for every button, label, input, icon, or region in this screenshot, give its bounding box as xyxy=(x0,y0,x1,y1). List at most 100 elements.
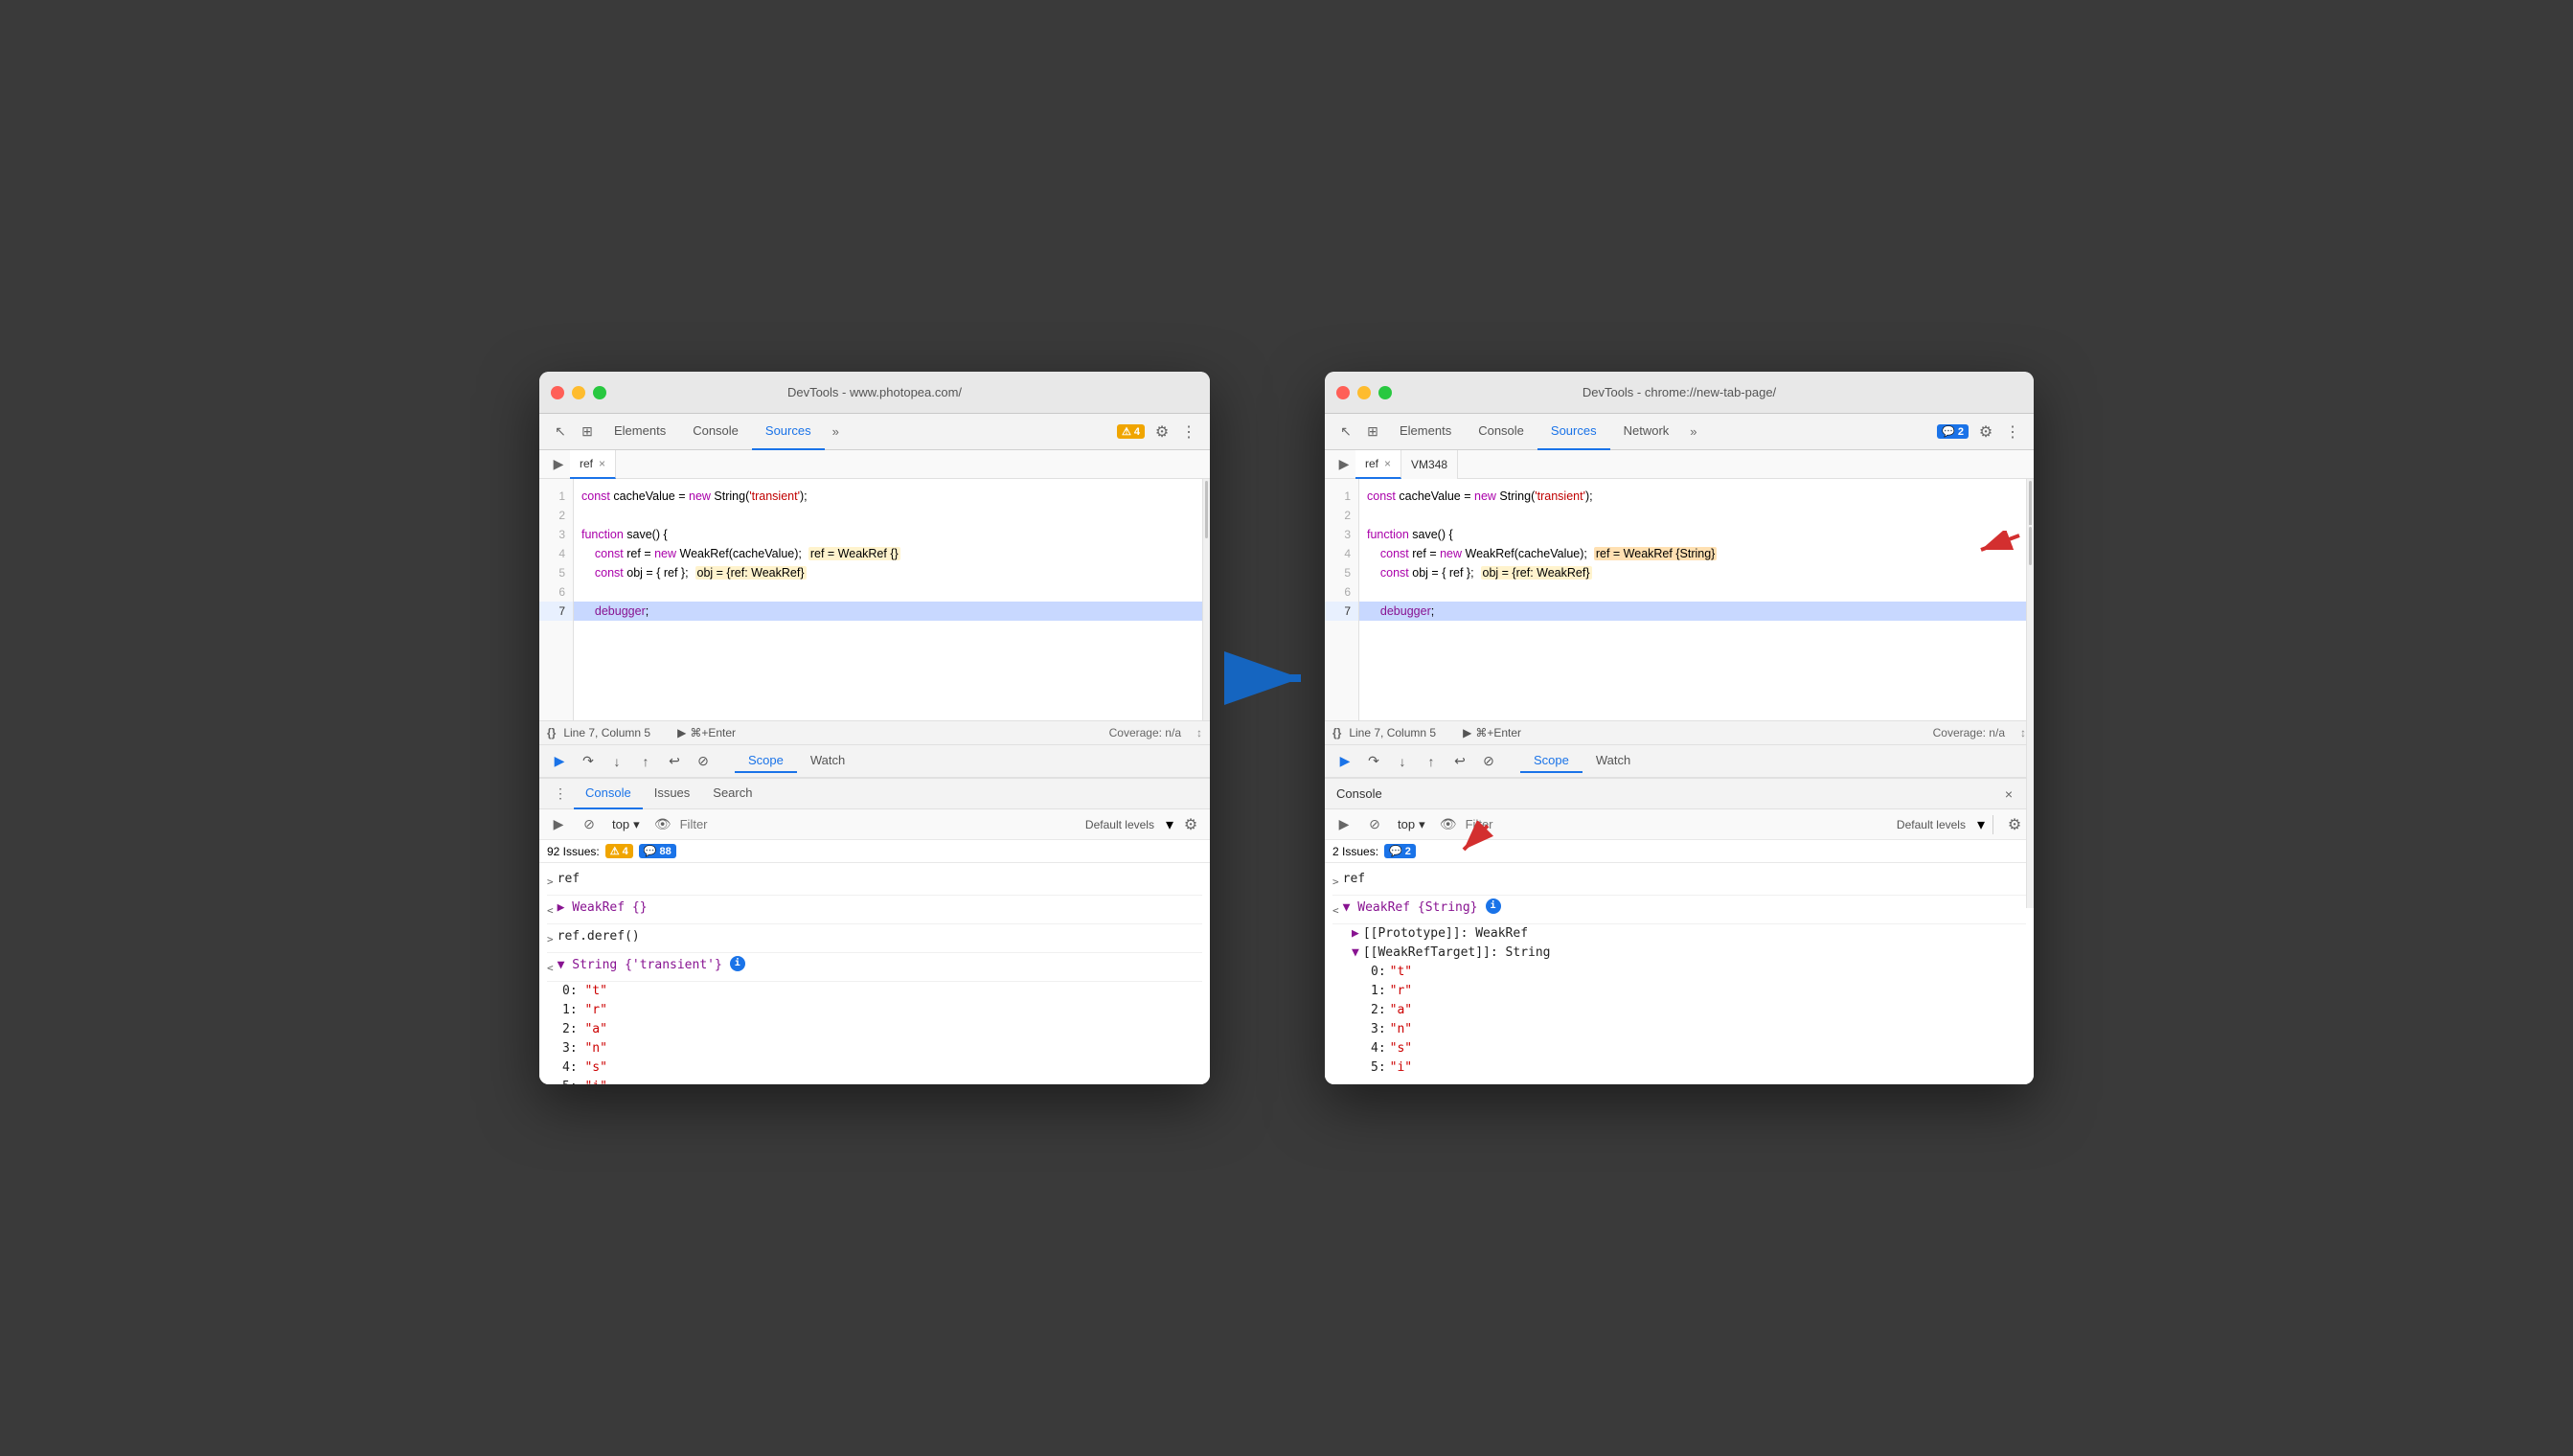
scope-tab[interactable]: Scope xyxy=(735,749,797,773)
console-filter-right[interactable] xyxy=(1466,817,1893,831)
right-cursor-icon[interactable]: ↖ xyxy=(1332,419,1359,445)
levels-dropdown-left[interactable]: Default levels xyxy=(1085,818,1154,831)
right-more-icon[interactable]: ⋮ xyxy=(1999,419,2026,445)
right-run-button[interactable]: ▶ ⌘+Enter xyxy=(1463,726,1521,739)
right-layers-icon[interactable]: ⊞ xyxy=(1359,419,1386,445)
right-deactivate-button[interactable]: ⊘ xyxy=(1476,749,1501,774)
right-line-num-1[interactable]: 1 xyxy=(1325,487,1358,506)
right-line-num-7[interactable]: 7 xyxy=(1325,602,1358,621)
console-filter-left[interactable] xyxy=(680,817,1082,831)
step-into-button[interactable]: ↓ xyxy=(604,749,629,774)
more-tabs[interactable]: » xyxy=(825,424,847,439)
right-file-tab-ref[interactable]: ref × xyxy=(1355,450,1401,479)
console-tab[interactable]: Console xyxy=(574,779,643,809)
coverage-na-icon: ↕ xyxy=(1196,726,1202,739)
right-step-button[interactable]: ↩ xyxy=(1447,749,1472,774)
console-clear-icon[interactable]: ⊘ xyxy=(576,811,603,838)
tab-console[interactable]: Console xyxy=(679,414,752,450)
right-tab-elements[interactable]: Elements xyxy=(1386,414,1465,450)
right-line-num-5[interactable]: 5 xyxy=(1325,563,1358,582)
search-tab[interactable]: Search xyxy=(701,779,763,809)
code-line-4: const ref = new WeakRef(cacheValue); ref… xyxy=(574,544,1202,563)
cursor-icon[interactable]: ↖ xyxy=(547,419,574,445)
line-num-4[interactable]: 4 xyxy=(539,544,573,563)
right-settings-icon[interactable]: ⚙ xyxy=(1972,419,1999,445)
right-file-tab-close[interactable]: × xyxy=(1384,457,1391,470)
step-button[interactable]: ↩ xyxy=(662,749,687,774)
bottom-more-icon[interactable]: ⋮ xyxy=(547,781,574,808)
tab-sources[interactable]: Sources xyxy=(752,414,825,450)
layers-icon[interactable]: ⊞ xyxy=(574,419,601,445)
right-bottom-scrollbar[interactable] xyxy=(2026,525,2034,908)
right-tab-sources[interactable]: Sources xyxy=(1537,414,1610,450)
right-close-button[interactable] xyxy=(1336,386,1350,399)
eye-icon[interactable]: 👁 xyxy=(649,811,676,838)
right-step-out-button[interactable]: ↑ xyxy=(1419,749,1444,774)
code-editor-left[interactable]: const cacheValue = new String('transient… xyxy=(574,479,1202,720)
right-levels-dropdown[interactable]: Default levels xyxy=(1897,818,1966,831)
top-dropdown-right[interactable]: top ▾ xyxy=(1392,815,1431,834)
right-line-num-2[interactable]: 2 xyxy=(1325,506,1358,525)
console-run-icon[interactable]: ▶ xyxy=(545,811,572,838)
run-button[interactable]: ▶ ⌘+Enter xyxy=(677,726,736,739)
code-scrollbar[interactable] xyxy=(1202,479,1210,720)
line-num-6[interactable]: 6 xyxy=(539,582,573,602)
coverage-label: Coverage: n/a xyxy=(1109,726,1181,739)
top-dropdown-left[interactable]: top ▾ xyxy=(606,815,646,834)
line-num-2[interactable]: 2 xyxy=(539,506,573,525)
right-console-run-icon[interactable]: ▶ xyxy=(1331,811,1357,838)
window-title: DevTools - www.photopea.com/ xyxy=(787,385,962,399)
right-step-over-button[interactable]: ↷ xyxy=(1361,749,1386,774)
right-console-settings[interactable]: ⚙ xyxy=(2001,811,2028,838)
step-over-button[interactable]: ↷ xyxy=(576,749,601,774)
right-watch-tab[interactable]: Watch xyxy=(1583,749,1644,773)
minimize-button[interactable] xyxy=(572,386,585,399)
left-title-bar: DevTools - www.photopea.com/ xyxy=(539,372,1210,414)
file-tab-ref[interactable]: ref × xyxy=(570,450,616,479)
right-file-tab-ref-label: ref xyxy=(1365,457,1378,470)
left-bottom-panel: ⋮ Console Issues Search ▶ ⊘ top ▾ 👁 Defa… xyxy=(539,778,1210,1084)
right-console-weakref-label: ▼ WeakRef {String} xyxy=(1343,899,1478,918)
tab-elements[interactable]: Elements xyxy=(601,414,679,450)
line-num-7[interactable]: 7 xyxy=(539,602,573,621)
console-item-weakref: < ▶ WeakRef {} xyxy=(547,896,1202,924)
right-play-pause-icon[interactable]: ▶ xyxy=(1332,453,1355,476)
right-step-into-button[interactable]: ↓ xyxy=(1390,749,1415,774)
right-console-clear-icon[interactable]: ⊘ xyxy=(1361,811,1388,838)
code-editor-right[interactable]: const cacheValue = new String('transient… xyxy=(1359,479,2026,720)
right-tree-3: 3: "n" xyxy=(1371,1020,2026,1039)
right-more-tabs[interactable]: » xyxy=(1682,424,1704,439)
deactivate-button[interactable]: ⊘ xyxy=(691,749,716,774)
right-line-num-6[interactable]: 6 xyxy=(1325,582,1358,602)
right-code-line-6 xyxy=(1359,582,2026,602)
right-maximize-button[interactable] xyxy=(1378,386,1392,399)
file-tab-close[interactable]: × xyxy=(599,457,605,470)
issues-tab[interactable]: Issues xyxy=(643,779,702,809)
play-pause-icon[interactable]: ▶ xyxy=(547,453,570,476)
tree-item-3: 3: "n" xyxy=(562,1039,1202,1058)
more-icon[interactable]: ⋮ xyxy=(1175,419,1202,445)
levels-chevron: ▾ xyxy=(1166,815,1173,834)
line-num-3[interactable]: 3 xyxy=(539,525,573,544)
close-button[interactable] xyxy=(551,386,564,399)
resume-button[interactable]: ▶ xyxy=(547,749,572,774)
right-title-bar: DevTools - chrome://new-tab-page/ xyxy=(1325,372,2034,414)
msg-badge-left: 💬 88 xyxy=(639,844,676,858)
line-num-1[interactable]: 1 xyxy=(539,487,573,506)
right-tab-network[interactable]: Network xyxy=(1610,414,1683,450)
right-file-tab-vm[interactable]: VM348 xyxy=(1401,450,1458,479)
right-minimize-button[interactable] xyxy=(1357,386,1371,399)
right-debug-toolbar: ▶ ↷ ↓ ↑ ↩ ⊘ Scope Watch xyxy=(1325,745,2034,778)
right-tab-console[interactable]: Console xyxy=(1465,414,1537,450)
right-line-num-3[interactable]: 3 xyxy=(1325,525,1358,544)
watch-tab[interactable]: Watch xyxy=(797,749,858,773)
step-out-button[interactable]: ↑ xyxy=(633,749,658,774)
right-scope-tab[interactable]: Scope xyxy=(1520,749,1583,773)
right-console-close[interactable]: × xyxy=(1995,781,2022,808)
line-num-5[interactable]: 5 xyxy=(539,563,573,582)
maximize-button[interactable] xyxy=(593,386,606,399)
right-line-num-4[interactable]: 4 xyxy=(1325,544,1358,563)
settings-icon[interactable]: ⚙ xyxy=(1149,419,1175,445)
right-resume-button[interactable]: ▶ xyxy=(1332,749,1357,774)
console-settings-left[interactable]: ⚙ xyxy=(1177,811,1204,838)
